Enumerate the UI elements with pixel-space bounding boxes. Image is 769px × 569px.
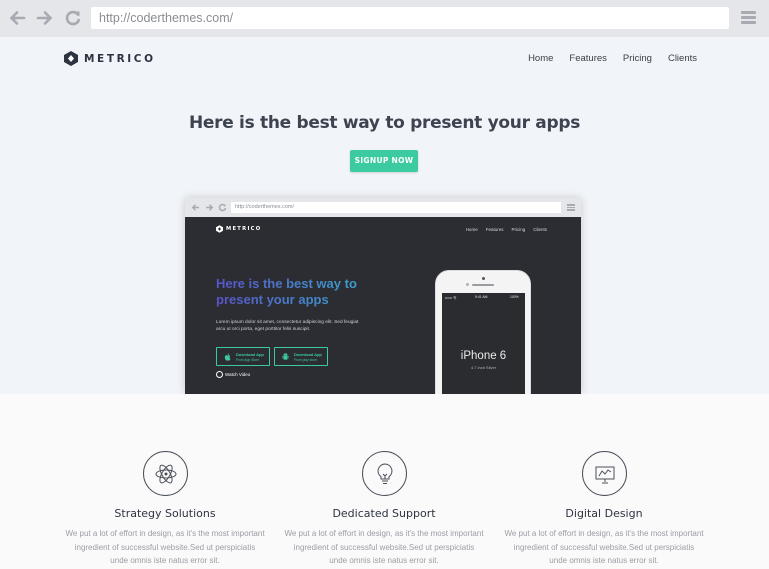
preview-description: Lorem ipsum dolor sit amet, consectetur …: [216, 320, 359, 332]
presentation-board-icon: [582, 451, 627, 496]
phone-camera: [482, 277, 485, 280]
feature-text: We put a lot of effort in design, as it'…: [284, 529, 484, 565]
preview-nav-home: Home: [465, 227, 478, 232]
nav-item-clients[interactable]: Clients: [668, 53, 697, 64]
hero-title: Here is the best way to present your app…: [188, 113, 581, 133]
phone-speaker: [472, 284, 494, 286]
phone-sensor: [466, 283, 469, 286]
preview-app-store-sub: From App Store: [236, 358, 260, 362]
phone-time: 9:41 AM: [475, 295, 488, 299]
preview-brand-name: METRICO: [226, 226, 262, 232]
main-nav: Home Features Pricing Clients: [528, 53, 697, 64]
back-arrow-icon[interactable]: [7, 8, 27, 28]
preview-reload-icon: [218, 203, 227, 212]
forward-arrow-icon[interactable]: [35, 8, 55, 28]
play-icon: [216, 371, 223, 378]
feature-text: We put a lot of effort in design, as it'…: [65, 529, 265, 565]
nav-item-pricing[interactable]: Pricing: [623, 53, 652, 64]
preview-logo: METRICO: [216, 225, 262, 233]
feature-title: Dedicated Support: [332, 507, 436, 520]
phone-battery: 100%: [510, 295, 519, 299]
android-icon: [282, 353, 289, 360]
preview-play-store-label: Download App: [294, 352, 322, 357]
preview-play-store-button: Download App From play store: [274, 347, 328, 366]
preview-hero-title: Here is the best way to present your app…: [216, 276, 376, 308]
preview-watch-video: Watch Video: [216, 371, 250, 378]
feature-title: Strategy Solutions: [114, 507, 216, 520]
preview-hexagon-logo-icon: [216, 225, 223, 233]
site-logo[interactable]: METRICO: [64, 51, 156, 66]
reload-icon[interactable]: [63, 8, 83, 28]
atom-icon: [143, 451, 188, 496]
feature-text: We put a lot of effort in design, as it'…: [504, 529, 704, 565]
preview-browser-chrome: http://coderthemes.com/: [185, 198, 581, 217]
brand-name: METRICO: [84, 52, 156, 65]
nav-item-features[interactable]: Features: [569, 53, 607, 64]
preview-nav-features: Features: [485, 227, 504, 232]
feature-title: Digital Design: [565, 507, 643, 520]
phone-screen: •••••• 令 9:41 AM 100% iPhone 6 4.7 inch …: [442, 293, 525, 394]
features-section: Strategy Solutions We put a lot of effor…: [0, 394, 769, 569]
hamburger-menu-icon[interactable]: [741, 11, 756, 25]
preview-nav-pricing: Pricing: [511, 227, 526, 232]
preview-app-store-button: Download App From App Store: [216, 347, 270, 366]
hero-section: METRICO Home Features Pricing Clients He…: [0, 37, 769, 394]
preview-play-store-sub: From play store: [294, 358, 317, 362]
phone-model-subtitle: 4.7 inch Silver: [470, 365, 497, 370]
preview-app-store-label: Download App: [236, 352, 264, 357]
preview-address-bar: http://coderthemes.com/: [231, 202, 561, 213]
app-preview-screenshot: http://coderthemes.com/ METRICO Home Fea…: [185, 198, 581, 394]
preview-watch-video-label: Watch Video: [225, 372, 251, 377]
apple-icon: [224, 353, 231, 361]
nav-item-home[interactable]: Home: [528, 53, 553, 64]
iphone-mockup: •••••• 令 9:41 AM 100% iPhone 6 4.7 inch …: [435, 270, 531, 394]
phone-model-name: iPhone 6: [460, 350, 507, 362]
preview-nav-clients: Clients: [533, 227, 547, 232]
lightbulb-icon: [362, 451, 407, 496]
browser-chrome: http://coderthemes.com/: [0, 0, 769, 37]
phone-signal: •••••• 令: [445, 296, 457, 300]
preview-menu-icon: [567, 204, 575, 212]
signup-button[interactable]: SIGNUP NOW: [350, 150, 418, 172]
preview-back-icon: [191, 204, 199, 211]
address-bar[interactable]: http://coderthemes.com/: [91, 7, 729, 29]
hexagon-logo-icon: [64, 51, 78, 66]
preview-forward-icon: [206, 204, 214, 211]
preview-nav: Home Features Pricing Clients: [466, 227, 547, 232]
